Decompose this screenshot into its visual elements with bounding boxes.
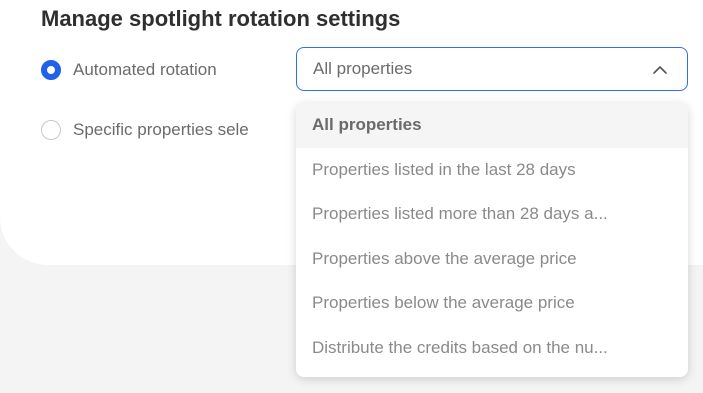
option-label: All properties bbox=[312, 115, 422, 135]
chevron-up-icon[interactable] bbox=[653, 62, 667, 76]
radio-label: Automated rotation bbox=[73, 60, 217, 79]
option-distribute-credits[interactable]: Distribute the credits based on the nu..… bbox=[296, 326, 688, 371]
option-label: Properties below the average price bbox=[312, 293, 575, 313]
select-value: All properties bbox=[313, 59, 413, 78]
option-label: Properties listed in the last 28 days bbox=[312, 159, 576, 179]
option-label: Properties above the average price bbox=[312, 248, 577, 268]
page-title: Manage spotlight rotation settings bbox=[41, 6, 401, 31]
radio-automated-rotation[interactable]: Automated rotation bbox=[41, 60, 217, 80]
option-label: Properties listed more than 28 days a... bbox=[312, 204, 608, 224]
radio-specific-properties[interactable]: Specific properties sele bbox=[41, 120, 249, 140]
option-above-average-price[interactable]: Properties above the average price bbox=[296, 237, 688, 282]
option-all-properties[interactable]: All properties bbox=[296, 103, 688, 148]
radio-label: Specific properties sele bbox=[73, 120, 249, 139]
option-listed-last-28-days[interactable]: Properties listed in the last 28 days bbox=[296, 148, 688, 193]
select-dropdown-menu: All properties Properties listed in the … bbox=[296, 103, 688, 377]
rotation-scope-select[interactable]: All properties bbox=[296, 47, 688, 91]
radio-unchecked-icon[interactable] bbox=[41, 120, 61, 140]
radio-checked-icon[interactable] bbox=[41, 60, 61, 80]
option-listed-more-than-28-days[interactable]: Properties listed more than 28 days a... bbox=[296, 192, 688, 237]
option-below-average-price[interactable]: Properties below the average price bbox=[296, 281, 688, 326]
option-label: Distribute the credits based on the nu..… bbox=[312, 337, 608, 357]
